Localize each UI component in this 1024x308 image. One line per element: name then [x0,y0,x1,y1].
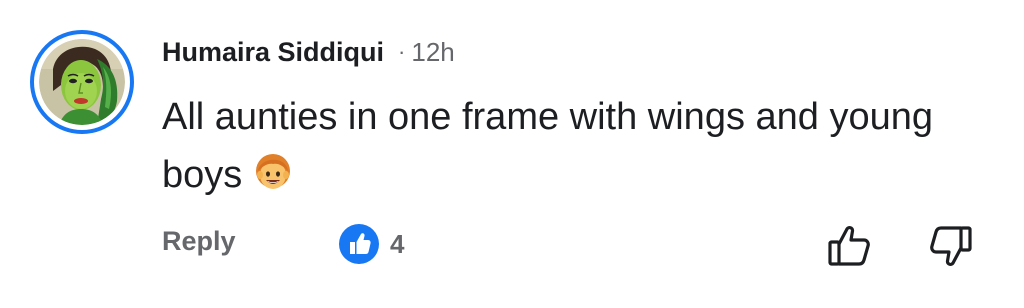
comment: Humaira Siddiqui · 12h All aunties in on… [0,0,1024,308]
comment-body: All aunties in one frame with wings and … [162,88,1002,204]
comment-actions: Reply 4 [162,222,984,266]
reaction-summary[interactable]: 4 [338,222,404,266]
avatar-image [39,39,125,125]
thumbs-down-icon[interactable] [926,224,974,270]
boy-emoji [256,154,291,189]
comment-header: Humaira Siddiqui · 12h [162,32,455,72]
author-name[interactable]: Humaira Siddiqui [162,37,384,68]
reaction-count: 4 [390,228,405,259]
avatar[interactable] [30,30,134,134]
reply-button[interactable]: Reply [162,226,236,257]
separator-dot: · [398,39,406,64]
thumbs-up-icon[interactable] [826,222,874,268]
like-reaction-icon [339,224,379,264]
timestamp[interactable]: 12h [411,37,454,68]
